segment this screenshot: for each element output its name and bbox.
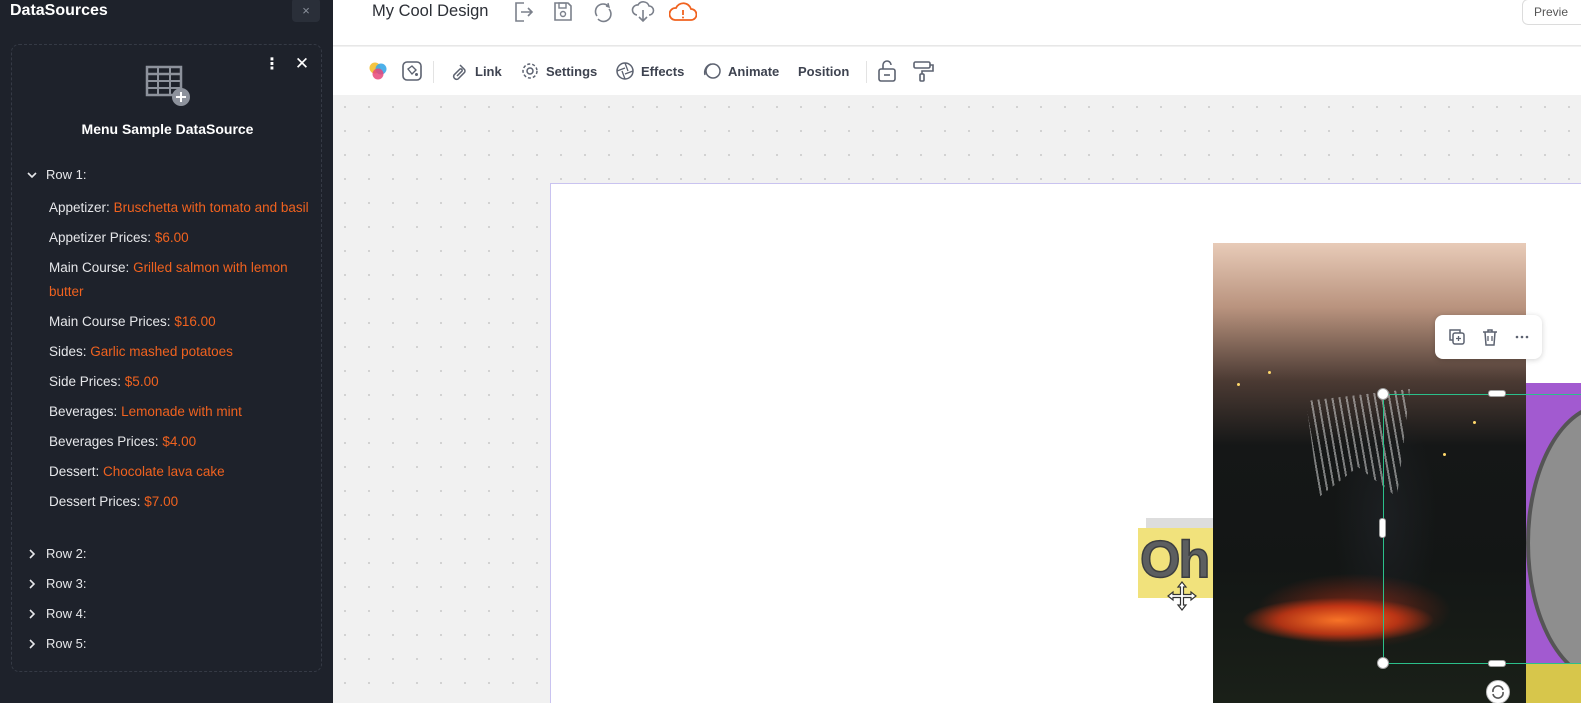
chevron-right-icon	[29, 608, 36, 619]
resize-handle-top[interactable]	[1488, 390, 1506, 397]
cloud-warning-icon[interactable]	[669, 0, 697, 24]
fill-icon[interactable]	[401, 60, 423, 82]
field-appetizer-prices: Appetizer Prices: $6.00	[49, 230, 189, 245]
preview-button[interactable]: Previe	[1522, 0, 1581, 25]
trash-icon[interactable]	[1480, 327, 1500, 347]
element-actions-menu	[1435, 315, 1542, 359]
row-label: Row 4:	[46, 606, 87, 621]
photo-light	[1268, 371, 1271, 374]
close-icon[interactable]: ✕	[293, 55, 311, 73]
aperture-icon	[616, 62, 634, 80]
gear-icon	[522, 63, 538, 79]
row-toggle-1[interactable]: Row 1:	[26, 167, 86, 182]
field-main-course: Main Course: Grilled salmon with lemon b…	[49, 260, 288, 299]
close-panel-button[interactable]: ×	[292, 0, 320, 22]
field-main-course-prices: Main Course Prices: $16.00	[49, 313, 216, 329]
panel-title: DataSources	[10, 2, 108, 19]
more-options-icon[interactable]: ⋮	[264, 57, 280, 73]
resize-handle-bottom[interactable]	[1488, 660, 1506, 667]
link-button[interactable]: Link	[449, 59, 502, 83]
row-label: Row 1:	[46, 167, 87, 182]
field-sides: Sides: Garlic mashed potatoes	[49, 343, 233, 359]
color-palette-icon[interactable]	[367, 60, 389, 82]
row-label: Row 5:	[46, 636, 87, 651]
effects-button[interactable]: Effects	[615, 59, 684, 83]
row-toggle-2[interactable]: Row 2:	[26, 546, 86, 561]
field-appetizer: Appetizer: Bruschetta with tomato and ba…	[49, 200, 309, 215]
export-icon[interactable]	[511, 0, 535, 24]
table-add-icon	[145, 65, 190, 106]
top-bar: My Cool Design Previe	[333, 0, 1581, 46]
element-toolbar: Link Settings Effects Animate Position	[333, 47, 1581, 95]
chevron-right-icon	[29, 548, 36, 559]
save-icon[interactable]	[551, 0, 575, 24]
toolbar-divider	[866, 61, 867, 83]
animate-button[interactable]: Animate	[702, 59, 779, 83]
toolbar-divider	[433, 61, 434, 83]
download-icon[interactable]	[631, 0, 655, 24]
rotate-icon	[1492, 685, 1504, 699]
field-dessert: Dessert: Chocolate lava cake	[49, 463, 225, 479]
paint-roller-icon[interactable]	[911, 59, 935, 83]
row-label: Row 3:	[46, 576, 87, 591]
field-beverages: Beverages: Lemonade with mint	[49, 403, 242, 419]
yellow-block	[1526, 663, 1581, 703]
field-dessert-prices: Dessert Prices: $7.00	[49, 493, 179, 509]
resize-handle-bottom-left[interactable]	[1377, 657, 1389, 669]
row-toggle-3[interactable]: Row 3:	[26, 576, 86, 591]
move-cursor-icon	[1167, 581, 1197, 611]
settings-button[interactable]: Settings	[520, 59, 597, 83]
unlock-icon[interactable]	[876, 59, 898, 83]
field-beverages-prices: Beverages Prices: $4.00	[49, 433, 197, 449]
chevron-right-icon	[29, 578, 36, 589]
row-toggle-5[interactable]: Row 5:	[26, 636, 86, 651]
position-button[interactable]: Position	[798, 59, 849, 83]
datasource-name: Menu Sample DataSource	[81, 121, 254, 137]
photo-light	[1237, 383, 1240, 386]
row-toggle-4[interactable]: Row 4:	[26, 606, 86, 621]
field-side-prices: Side Prices: $5.00	[49, 373, 159, 389]
sync-icon[interactable]	[591, 0, 615, 24]
animate-icon	[703, 63, 721, 79]
duplicate-icon[interactable]	[1447, 327, 1467, 347]
resize-handle-left[interactable]	[1379, 518, 1386, 538]
resize-handle-top-left[interactable]	[1377, 388, 1389, 400]
row-1-fields: Appetizer: Bruschetta with tomato and ba…	[49, 196, 311, 520]
row-label: Row 2:	[46, 546, 87, 561]
rotate-handle[interactable]	[1486, 680, 1510, 703]
design-name[interactable]: My Cool Design	[372, 2, 488, 21]
datasources-panel: DataSources × ⋮ ✕ Menu Sample DataSource…	[0, 0, 333, 703]
chevron-down-icon	[27, 171, 37, 178]
selection-frame[interactable]	[1383, 394, 1581, 664]
more-horizontal-icon[interactable]	[1512, 327, 1532, 347]
chevron-right-icon	[29, 638, 36, 649]
link-icon	[452, 64, 466, 81]
